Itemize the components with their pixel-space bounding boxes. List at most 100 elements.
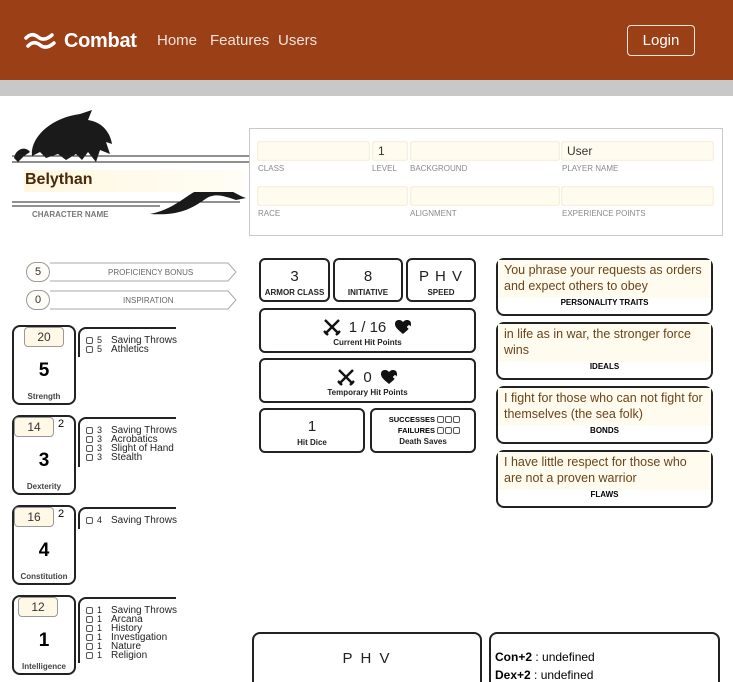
flaws-label: FLAWS — [590, 490, 619, 499]
background-label: BACKGROUND — [410, 164, 468, 173]
dexterity-badge: 2 — [58, 418, 65, 430]
success-checkbox[interactable] — [445, 416, 452, 423]
skill-checkbox[interactable] — [86, 643, 93, 650]
skill-checkbox[interactable] — [86, 445, 93, 452]
skill-checkbox[interactable] — [86, 436, 93, 443]
heart-plus-icon[interactable] — [380, 369, 398, 385]
armor-class-value: 3 — [290, 268, 299, 285]
dexterity-score[interactable]: 14 — [14, 417, 54, 437]
hit-dice-label: Hit Dice — [297, 438, 327, 447]
skill-name: Athletics — [111, 344, 149, 355]
current-hp-value[interactable]: 1 / 16 — [349, 319, 387, 336]
speed-box[interactable]: P H V SPEED — [406, 258, 476, 302]
experience-points-label: EXPERIENCE POINTS — [562, 209, 646, 218]
brand[interactable]: Combat — [24, 28, 137, 54]
brand-name: Combat — [64, 29, 137, 52]
skill-row[interactable]: 5 Athletics — [86, 344, 177, 355]
hit-dice-box[interactable]: 1 Hit Dice — [259, 408, 365, 453]
personality-traits-textarea[interactable]: You phrase your requests as orders and e… — [498, 260, 711, 298]
initiative-label: INITIATIVE — [347, 288, 389, 297]
skill-value: 5 — [97, 344, 103, 354]
skill-checkbox[interactable] — [86, 607, 93, 614]
skill-row[interactable]: 3 Stealth — [86, 453, 177, 463]
skill-row[interactable]: 1 Religion — [86, 650, 177, 661]
failure-checkbox[interactable] — [437, 427, 444, 434]
bonds-box: I fight for those who can not fight for … — [496, 386, 713, 444]
bonds-textarea[interactable]: I fight for those who can not fight for … — [498, 388, 711, 426]
hit-dice-value: 1 — [307, 418, 317, 435]
strength-skill-list: 5 Saving Throws 5 Athletics — [86, 336, 177, 355]
inspiration-label: INSPIRATION — [123, 296, 174, 305]
skill-checkbox[interactable] — [86, 337, 93, 344]
failure-checkbox[interactable] — [453, 427, 460, 434]
login-button[interactable]: Login — [627, 25, 695, 56]
failure-checkbox[interactable] — [445, 427, 452, 434]
ideals-box: in life as in war, the stronger force wi… — [496, 322, 713, 380]
temp-hp-value[interactable]: 0 — [363, 369, 371, 386]
armor-class-box[interactable]: 3 ARMOR CLASS — [259, 258, 330, 302]
failures-label: FAILURES — [397, 426, 435, 435]
armor-class-label: ARMOR CLASS — [264, 288, 325, 297]
race-label: RACE — [258, 209, 281, 218]
skill-checkbox[interactable] — [86, 652, 93, 659]
skill-checkbox[interactable] — [86, 454, 93, 461]
level-input[interactable]: 1 — [372, 141, 408, 161]
skill-value: 1 — [97, 650, 103, 660]
nav-features-link[interactable]: Features — [210, 32, 269, 49]
feature-value: : undefined — [532, 650, 595, 664]
speed-panel-value: P H V — [342, 650, 392, 667]
skill-checkbox[interactable] — [86, 346, 93, 353]
proficiency-bonus-label: PROFICIENCY BONUS — [108, 268, 194, 277]
intelligence-modifier: 1 — [38, 630, 50, 651]
dragon-emblem-icon — [12, 110, 250, 215]
temporary-hit-points-box: 0 Temporary Hit Points — [259, 358, 476, 403]
wave-logo-icon — [24, 33, 56, 49]
proficiency-bonus-value[interactable]: 5 — [26, 262, 50, 282]
character-name-input[interactable]: Belythan — [24, 170, 244, 192]
speed-panel: P H V — [252, 632, 482, 682]
player-name-label: PLAYER NAME — [562, 164, 619, 173]
skill-checkbox[interactable] — [86, 427, 93, 434]
bonds-label: BONDS — [590, 426, 619, 435]
personality-traits-label: PERSONALITY TRAITS — [560, 298, 649, 307]
constitution-badge: 2 — [58, 508, 65, 520]
skill-checkbox[interactable] — [86, 634, 93, 641]
successes-label: SUCCESSES — [388, 415, 435, 424]
nav-home-link[interactable]: Home — [157, 32, 197, 49]
success-checkbox[interactable] — [437, 416, 444, 423]
intelligence-score[interactable]: 12 — [18, 597, 58, 617]
intelligence-skill-list: 1 Saving Throws 1 Arcana 1 History 1 Investi… — [86, 606, 177, 661]
strength-modifier: 5 — [38, 360, 50, 381]
class-label: CLASS — [258, 164, 285, 173]
player-name-input[interactable]: User — [561, 141, 714, 161]
crossed-swords-icon[interactable] — [337, 368, 356, 386]
ideals-textarea[interactable]: in life as in war, the stronger force wi… — [498, 324, 711, 362]
alignment-input[interactable] — [410, 186, 560, 206]
strength-score[interactable]: 20 — [24, 327, 64, 347]
crossed-swords-icon[interactable] — [322, 318, 341, 336]
dexterity-modifier: 3 — [38, 450, 50, 471]
constitution-score[interactable]: 16 — [14, 507, 54, 527]
skill-checkbox[interactable] — [86, 616, 93, 623]
feature-value: : undefined — [530, 668, 594, 682]
background-input[interactable] — [410, 141, 560, 161]
nav-users-link[interactable]: Users — [278, 32, 317, 49]
inspiration-value[interactable]: 0 — [26, 290, 50, 310]
flaws-textarea[interactable]: I have little respect for those who are … — [498, 452, 711, 490]
initiative-box[interactable]: 8 INITIATIVE — [333, 258, 403, 302]
skill-checkbox[interactable] — [86, 625, 93, 632]
skill-row[interactable]: 4 Saving Throws — [86, 516, 177, 526]
class-input[interactable] — [257, 141, 370, 161]
intelligence-label: Intelligence — [21, 662, 66, 671]
heart-plus-icon[interactable] — [394, 319, 412, 335]
alignment-label: ALIGNMENT — [410, 209, 457, 218]
death-saves-label: Death Saves — [399, 437, 447, 446]
experience-points-input[interactable] — [561, 186, 714, 206]
initiative-value: 8 — [363, 268, 373, 285]
constitution-modifier: 4 — [38, 540, 50, 561]
skill-checkbox[interactable] — [86, 517, 93, 524]
success-checkbox[interactable] — [453, 416, 460, 423]
feature-name: Dex+2 — [495, 668, 531, 682]
race-input[interactable] — [257, 186, 408, 206]
speed-label: SPEED — [427, 288, 455, 297]
